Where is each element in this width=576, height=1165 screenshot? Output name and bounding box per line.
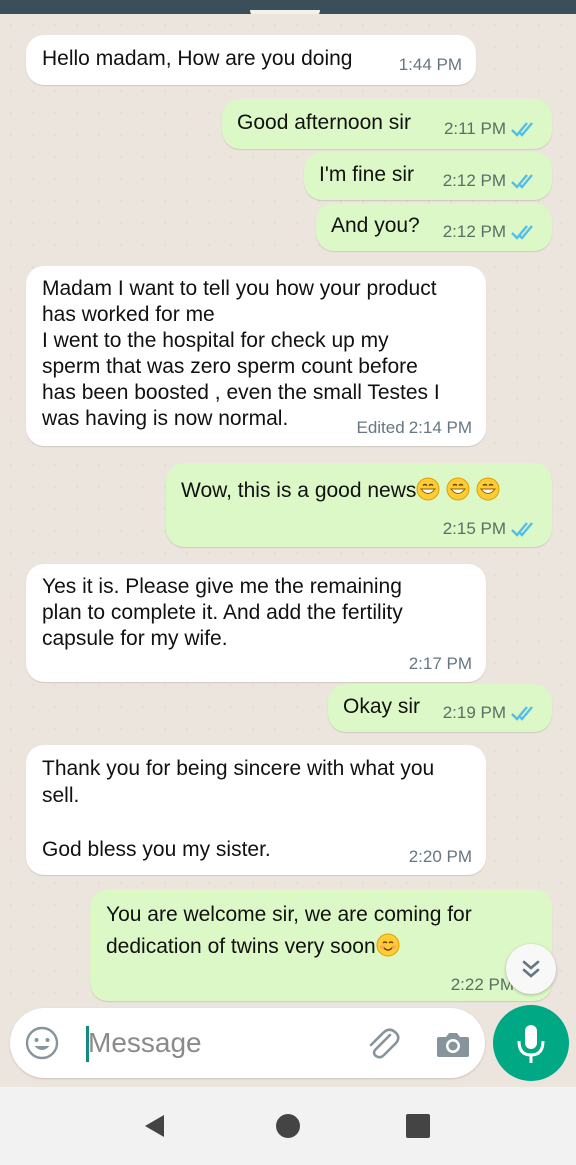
- message-bubble-incoming[interactable]: Yes it is. Please give me the remaining …: [26, 564, 486, 682]
- double-check-icon: [511, 225, 533, 240]
- message-time: 2:11 PM: [443, 119, 506, 138]
- message-text: Okay sir: [343, 695, 421, 718]
- message-text: I'm fine sir: [319, 163, 415, 186]
- double-check-icon: [511, 522, 533, 537]
- message-meta: Edited 2:14 PM: [356, 418, 472, 438]
- home-icon[interactable]: [273, 1111, 303, 1141]
- message-text: Yes it is. Please give me the remaining …: [42, 575, 403, 650]
- double-check-icon: [511, 122, 533, 137]
- paperclip-icon[interactable]: [362, 1023, 402, 1063]
- message-meta: 2:15 PM: [443, 519, 538, 539]
- message-bubble-incoming[interactable]: Madam I want to tell you how your produc…: [26, 266, 486, 446]
- message-time: 2:22 PM: [450, 975, 514, 994]
- message-time: 2:17 PM: [408, 654, 472, 673]
- microphone-icon: [517, 1025, 545, 1063]
- grinning-face-icon: [476, 477, 500, 501]
- message-bubble-outgoing[interactable]: And you? 2:12 PM: [316, 203, 552, 251]
- message-meta: 2:12 PM: [443, 222, 538, 242]
- message-text: Thank you for being sincere with what yo…: [42, 757, 435, 861]
- grinning-face-icon: [416, 477, 440, 501]
- back-icon[interactable]: [140, 1111, 170, 1141]
- message-content: Wow, this is a good news: [181, 477, 500, 504]
- double-check-icon: [511, 706, 533, 721]
- message-content: You are welcome sir, we are coming for d…: [106, 899, 526, 963]
- system-navigation-bar: [0, 1087, 576, 1165]
- message-text: Madam I want to tell you how your produc…: [42, 277, 440, 430]
- message-bubble-outgoing[interactable]: I'm fine sir 2:12 PM: [304, 152, 552, 200]
- message-text: Hello madam, How are you doing: [42, 47, 353, 70]
- grinning-face-icon: [446, 477, 470, 501]
- camera-icon[interactable]: [433, 1024, 473, 1064]
- message-time: 2:19 PM: [442, 703, 506, 722]
- voice-message-button[interactable]: [493, 1005, 569, 1081]
- message-composer: [10, 1008, 485, 1078]
- scroll-to-bottom-button[interactable]: [506, 944, 556, 994]
- message-time: 2:15 PM: [442, 519, 506, 538]
- message-text: Wow, this is a good news: [181, 479, 417, 502]
- message-text: You are welcome sir, we are coming for d…: [106, 903, 472, 958]
- message-meta: 2:19 PM: [443, 703, 538, 723]
- message-time: 2:12 PM: [442, 171, 506, 190]
- message-meta: 2:11 PM: [444, 119, 538, 139]
- message-input[interactable]: [78, 1024, 358, 1062]
- double-check-icon: [511, 174, 533, 189]
- message-bubble-outgoing[interactable]: Okay sir 2:19 PM: [328, 684, 552, 732]
- message-bubble-incoming[interactable]: Hello madam, How are you doing 1:44 PM: [26, 35, 476, 85]
- message-time: 2:20 PM: [408, 847, 472, 866]
- message-time: 2:14 PM: [408, 418, 472, 437]
- message-text: And you?: [331, 214, 420, 237]
- smiling-face-icon: [376, 933, 400, 957]
- message-bubble-outgoing[interactable]: Wow, this is a good news 2:15 PM: [166, 463, 552, 547]
- message-time: 2:12 PM: [442, 222, 506, 241]
- message-bubble-outgoing[interactable]: You are welcome sir, we are coming for d…: [90, 889, 552, 1001]
- chevrons-down-icon: [522, 960, 540, 978]
- message-meta: 2:12 PM: [443, 171, 538, 191]
- smiley-icon[interactable]: [24, 1025, 60, 1061]
- message-bubble-incoming[interactable]: Thank you for being sincere with what yo…: [26, 745, 486, 875]
- message-bubble-outgoing[interactable]: Good afternoon sir 2:11 PM: [222, 99, 552, 149]
- message-text: Good afternoon sir: [237, 111, 411, 134]
- message-meta: 2:22 PM: [451, 975, 514, 995]
- recents-icon[interactable]: [403, 1111, 433, 1141]
- message-time: 1:44 PM: [398, 55, 462, 74]
- chat-area[interactable]: Hello madam, How are you doing 1:44 PM G…: [0, 14, 576, 1004]
- edited-label: Edited: [356, 418, 405, 437]
